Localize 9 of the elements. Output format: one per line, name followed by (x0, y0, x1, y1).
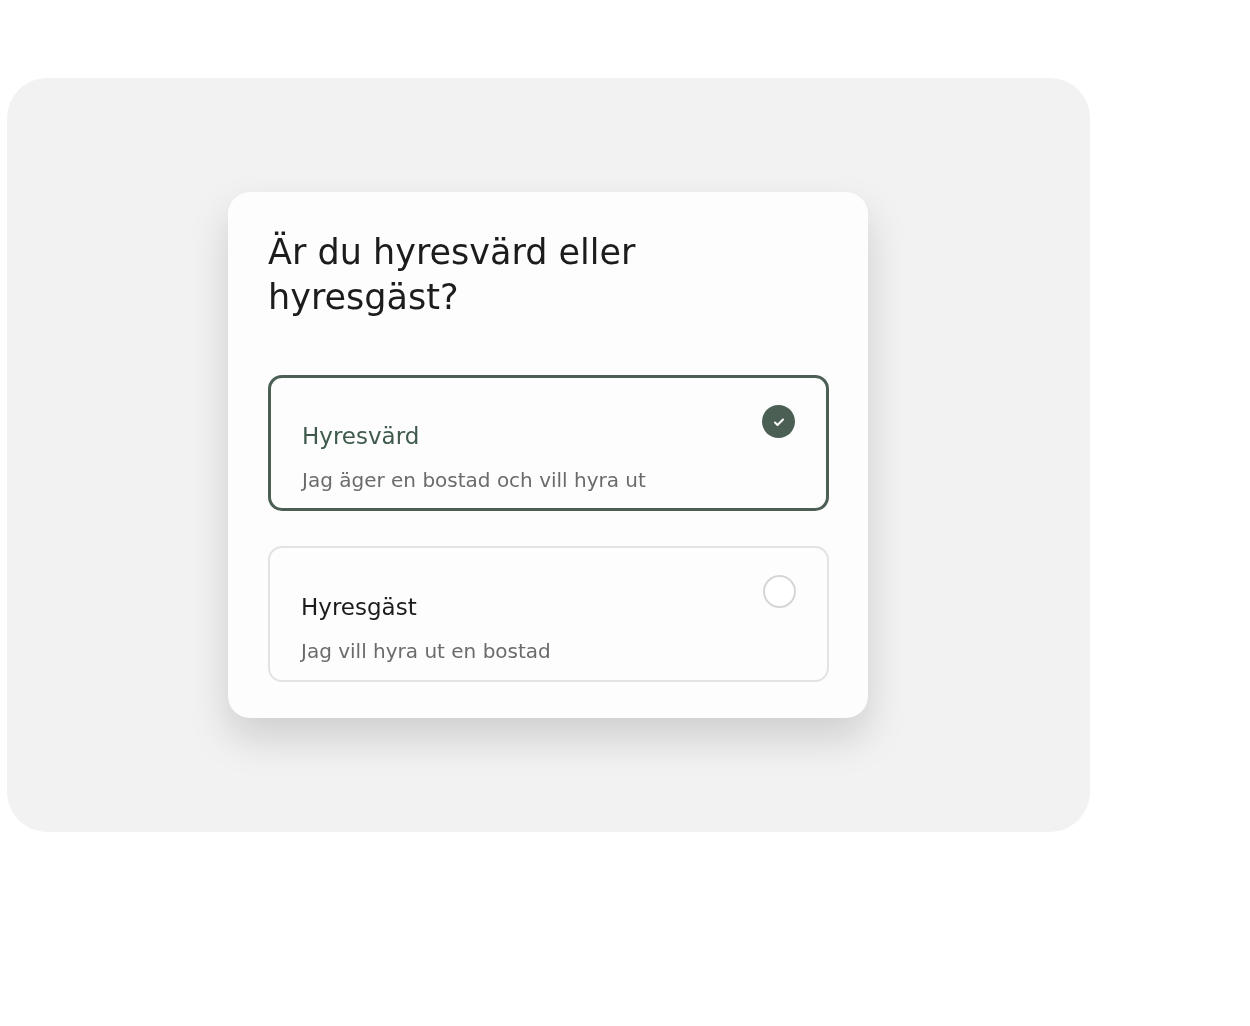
option-title: Hyresvärd (302, 422, 420, 451)
question-title: Är du hyresvärd eller hyresgäst? (268, 230, 637, 319)
option-card[interactable]: Hyresvärd Jag äger en bostad och vill hyra ut (268, 375, 829, 511)
option-description: Jag vill hyra ut en bostad (301, 638, 552, 665)
option-description: Jag äger en bostad och vill hyra ut (302, 467, 647, 494)
option-card[interactable]: Hyresgäst Jag vill hyra ut en bostad (268, 546, 829, 682)
radio-icon (763, 575, 796, 608)
option-title: Hyresgäst (301, 593, 417, 622)
check-icon (762, 405, 795, 438)
